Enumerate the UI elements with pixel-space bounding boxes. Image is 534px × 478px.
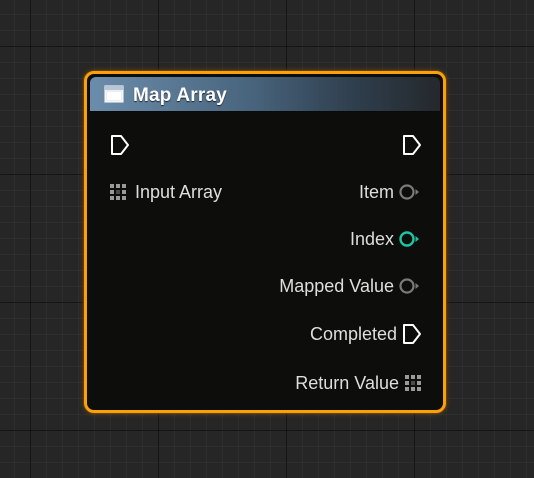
input-array-grid-icon[interactable] [110, 184, 127, 201]
return-value-grid-icon[interactable] [405, 375, 422, 392]
item-data-pin-icon[interactable] [398, 183, 422, 201]
completed-exec-pin-icon[interactable] [401, 323, 423, 345]
exec-in-pin-icon[interactable] [109, 134, 131, 156]
mapped-value-pin-label: Mapped Value [279, 276, 394, 296]
completed-pin-label: Completed [309, 324, 397, 344]
input-array-label: Input Array [135, 182, 223, 202]
index-data-pin-icon[interactable] [398, 230, 422, 248]
item-pin-label: Item [358, 182, 394, 202]
mapped-value-data-pin-icon[interactable] [398, 277, 422, 295]
function-window-icon [104, 85, 124, 103]
node-header[interactable]: Map Array [90, 77, 440, 112]
node-title: Map Array [133, 85, 228, 106]
return-value-pin-label: Return Value [295, 373, 399, 393]
map-array-node[interactable]: Map Array Input Array Item Index Mapped … [84, 71, 446, 413]
exec-out-pin-icon[interactable] [401, 134, 423, 156]
index-pin-label: Index [349, 229, 394, 249]
